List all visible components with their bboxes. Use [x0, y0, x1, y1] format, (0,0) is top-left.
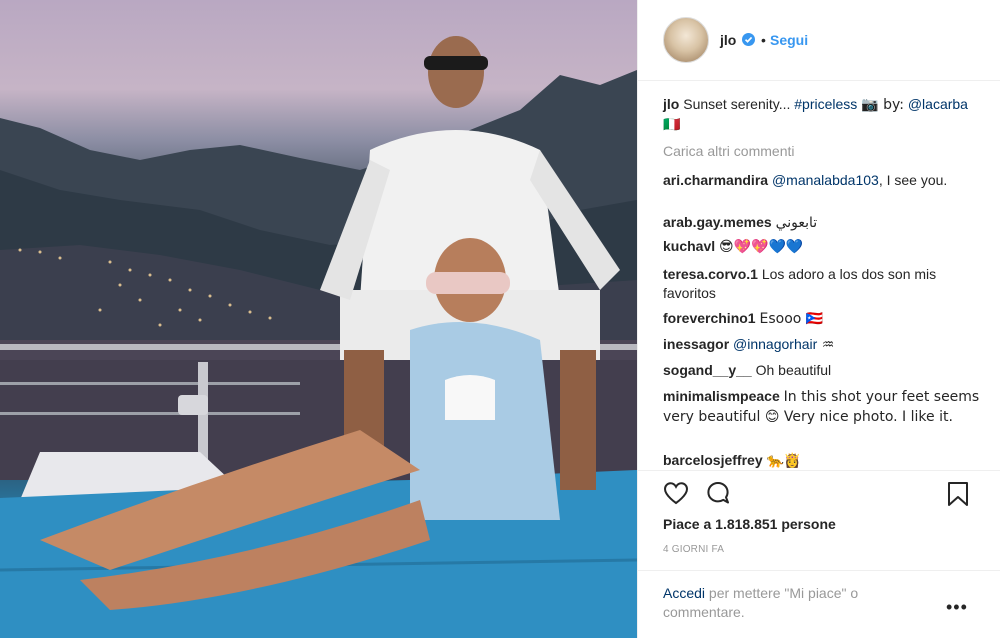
post-side-panel: jlo • Segui jlo Sunset serenity... #pric…: [637, 0, 1000, 638]
load-more-comments[interactable]: Carica altri commenti: [663, 142, 981, 161]
post-header: jlo • Segui: [638, 0, 1000, 81]
comment-text: تابعوني: [775, 215, 818, 231]
actions-divider: [638, 470, 1000, 471]
comment-username[interactable]: sogand__y__: [663, 362, 752, 378]
comment-item: ari.charmandira @manalabda103, I see you…: [663, 171, 981, 190]
bookmark-icon[interactable]: [947, 481, 969, 507]
login-prompt-text: Accedi per mettere "Mi piace" o commenta…: [663, 584, 923, 622]
caption-mention[interactable]: @lacarba: [908, 96, 968, 112]
like-count[interactable]: Piace a 1.818.851 persone: [663, 516, 836, 532]
caption-username[interactable]: jlo: [663, 96, 679, 112]
comment-text: Oh beautiful: [755, 362, 832, 378]
login-link[interactable]: Accedi: [663, 585, 705, 601]
comment-item: arab.gay.memes تابعوني: [663, 213, 981, 233]
comment-text: 🐆👸: [766, 453, 802, 469]
heart-icon[interactable]: [663, 481, 689, 505]
author-avatar[interactable]: [663, 17, 709, 63]
comment-username[interactable]: foreverchino1: [663, 310, 756, 326]
caption-credit: 📷 by:: [861, 97, 904, 113]
comment-item: sogand__y__ Oh beautiful: [663, 361, 981, 380]
comment-text: ♒: [817, 337, 835, 353]
caption: jlo Sunset serenity... #priceless 📷 by: …: [663, 95, 981, 135]
comment-mention[interactable]: @innagorhair: [733, 336, 817, 352]
verified-badge-icon: [742, 33, 755, 46]
comment-text: Esooo 🇵🇷: [759, 311, 824, 327]
more-options-icon[interactable]: •••: [946, 597, 968, 618]
caption-text: Sunset serenity...: [683, 96, 791, 112]
comment-mention[interactable]: @manalabda103: [772, 172, 879, 188]
comment-username[interactable]: inessagor: [663, 336, 729, 352]
header-separator: •: [761, 32, 766, 48]
comment-bubble-icon[interactable]: [705, 481, 731, 506]
comment-username[interactable]: barcelosjeffrey: [663, 452, 763, 468]
comment-username[interactable]: arab.gay.memes: [663, 214, 772, 230]
post-photo[interactable]: [0, 0, 637, 638]
comment-text: , I see you.: [878, 172, 948, 188]
comment-item: teresa.corvo.1 Los adoro a los dos son m…: [663, 265, 981, 303]
comment-username[interactable]: ari.charmandira: [663, 172, 768, 188]
follow-button[interactable]: Segui: [770, 32, 808, 48]
comment-username[interactable]: teresa.corvo.1: [663, 266, 758, 282]
caption-flag: 🇮🇹: [663, 117, 681, 133]
comment-username[interactable]: minimalismpeace: [663, 388, 780, 404]
comment-item: inessagor @innagorhair ♒: [663, 335, 981, 355]
photo-scene: [0, 36, 637, 638]
comment-item: barcelosjeffrey 🐆👸: [663, 451, 981, 471]
post-timestamp[interactable]: 4 GIORNI FA: [663, 544, 724, 555]
comment-item: foreverchino1 Esooo 🇵🇷: [663, 309, 981, 329]
comment-item: minimalismpeace In this shot your feet s…: [663, 387, 981, 427]
login-prompt: Accedi per mettere "Mi piace" o commenta…: [638, 570, 1000, 638]
caption-hashtag[interactable]: #priceless: [794, 96, 857, 112]
author-username[interactable]: jlo: [720, 32, 736, 48]
comment-text: 😎💖💖💙💙: [719, 239, 804, 255]
comment-item: kuchavl 😎💖💖💙💙: [663, 237, 981, 257]
comment-username[interactable]: kuchavl: [663, 238, 715, 254]
